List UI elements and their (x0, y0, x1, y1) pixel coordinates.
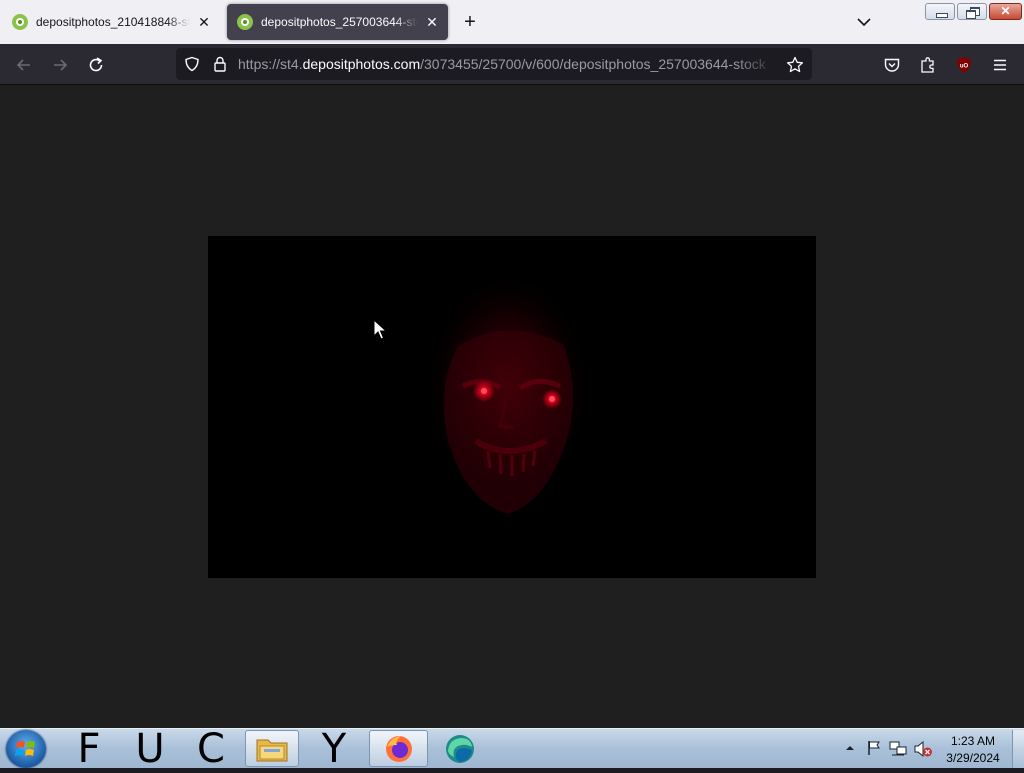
new-tab-button[interactable]: + (458, 10, 482, 34)
address-bar[interactable]: https://st4.depositphotos.com/3073455/25… (176, 48, 812, 80)
taskbar-item-y[interactable]: Y (306, 729, 362, 769)
pocket-button[interactable] (880, 53, 904, 77)
tracking-shield-icon[interactable] (184, 56, 200, 72)
back-icon (16, 59, 30, 71)
dark-skull-face-image (208, 236, 816, 578)
url-host: depositphotos.com (302, 56, 421, 72)
action-center-flag-icon[interactable] (866, 740, 882, 756)
lock-icon[interactable] (212, 55, 228, 73)
ublock-origin-button[interactable]: uO (952, 53, 976, 77)
system-clock[interactable]: 1:23 AM 3/29/2024 (938, 733, 1008, 767)
url-text[interactable]: https://st4.depositphotos.com/3073455/25… (238, 56, 778, 72)
pocket-icon (884, 58, 900, 72)
close-window-button[interactable]: ✕ (989, 3, 1022, 20)
network-icon[interactable] (889, 740, 907, 758)
tab-depositphotos-257003644[interactable]: depositphotos_257003644-stock ✕ (227, 4, 448, 40)
list-all-tabs-button[interactable] (852, 10, 876, 34)
depositphotos-favicon-icon (12, 14, 28, 30)
svg-text:uO: uO (960, 64, 969, 70)
taskbar-firefox[interactable] (369, 730, 428, 767)
edge-icon (446, 734, 474, 763)
application-menu-button[interactable] (988, 53, 1012, 77)
bookmark-star-icon[interactable] (786, 56, 804, 74)
show-desktop-button[interactable] (1012, 730, 1024, 768)
ublock-origin-icon: uO (957, 57, 971, 73)
taskbar-item-u[interactable]: U (122, 729, 178, 769)
reload-icon (89, 57, 103, 72)
hamburger-menu-icon (994, 59, 1006, 71)
restore-button[interactable] (957, 3, 987, 20)
start-button[interactable] (6, 730, 46, 768)
windows-start-icon (15, 741, 35, 756)
mouse-pointer-icon (373, 319, 387, 340)
reload-button[interactable] (84, 53, 108, 77)
file-explorer-icon (256, 739, 288, 761)
chevron-down-icon (857, 18, 871, 27)
back-button[interactable] (12, 53, 36, 77)
taskbar-file-explorer[interactable] (245, 730, 299, 767)
tab-close-icon[interactable]: ✕ (424, 14, 440, 30)
extensions-icon (921, 57, 934, 73)
tab-close-icon[interactable]: ✕ (196, 14, 212, 30)
tab-title: depositphotos_257003644-stock (261, 15, 418, 29)
clock-time: 1:23 AM (950, 734, 996, 748)
clock-date: 3/29/2024 (946, 751, 1000, 765)
forward-icon (54, 59, 68, 71)
depositphotos-favicon-icon (237, 14, 253, 30)
extensions-button[interactable] (916, 53, 940, 77)
tab-depositphotos-210418848[interactable]: depositphotos_210418848-stock ✕ (2, 4, 220, 40)
window-controls: ✕ (925, 3, 1022, 20)
tab-bar: depositphotos_210418848-stock ✕ depositp… (0, 0, 1024, 44)
page-content (0, 85, 1024, 728)
forward-button[interactable] (48, 53, 72, 77)
url-scheme: https://st4. (238, 56, 303, 72)
url-path: /3073455/25700/v/600/depositphotos_25700… (420, 56, 766, 72)
minimize-button[interactable] (925, 3, 955, 20)
taskbar-edge[interactable] (432, 730, 488, 767)
taskbar-item-f[interactable]: F (61, 729, 117, 769)
stock-photo-image[interactable] (208, 236, 816, 578)
volume-muted-icon[interactable] (913, 740, 933, 758)
show-hidden-icons-icon[interactable] (845, 743, 855, 753)
tab-title: depositphotos_210418848-stock (36, 15, 190, 29)
taskbar-item-c[interactable]: C (183, 729, 239, 769)
windows-taskbar: F U C Y 1:23 AM 3/29/2024 (0, 728, 1024, 769)
navigation-toolbar: https://st4.depositphotos.com/3073455/25… (0, 44, 1024, 85)
firefox-icon (385, 735, 412, 762)
